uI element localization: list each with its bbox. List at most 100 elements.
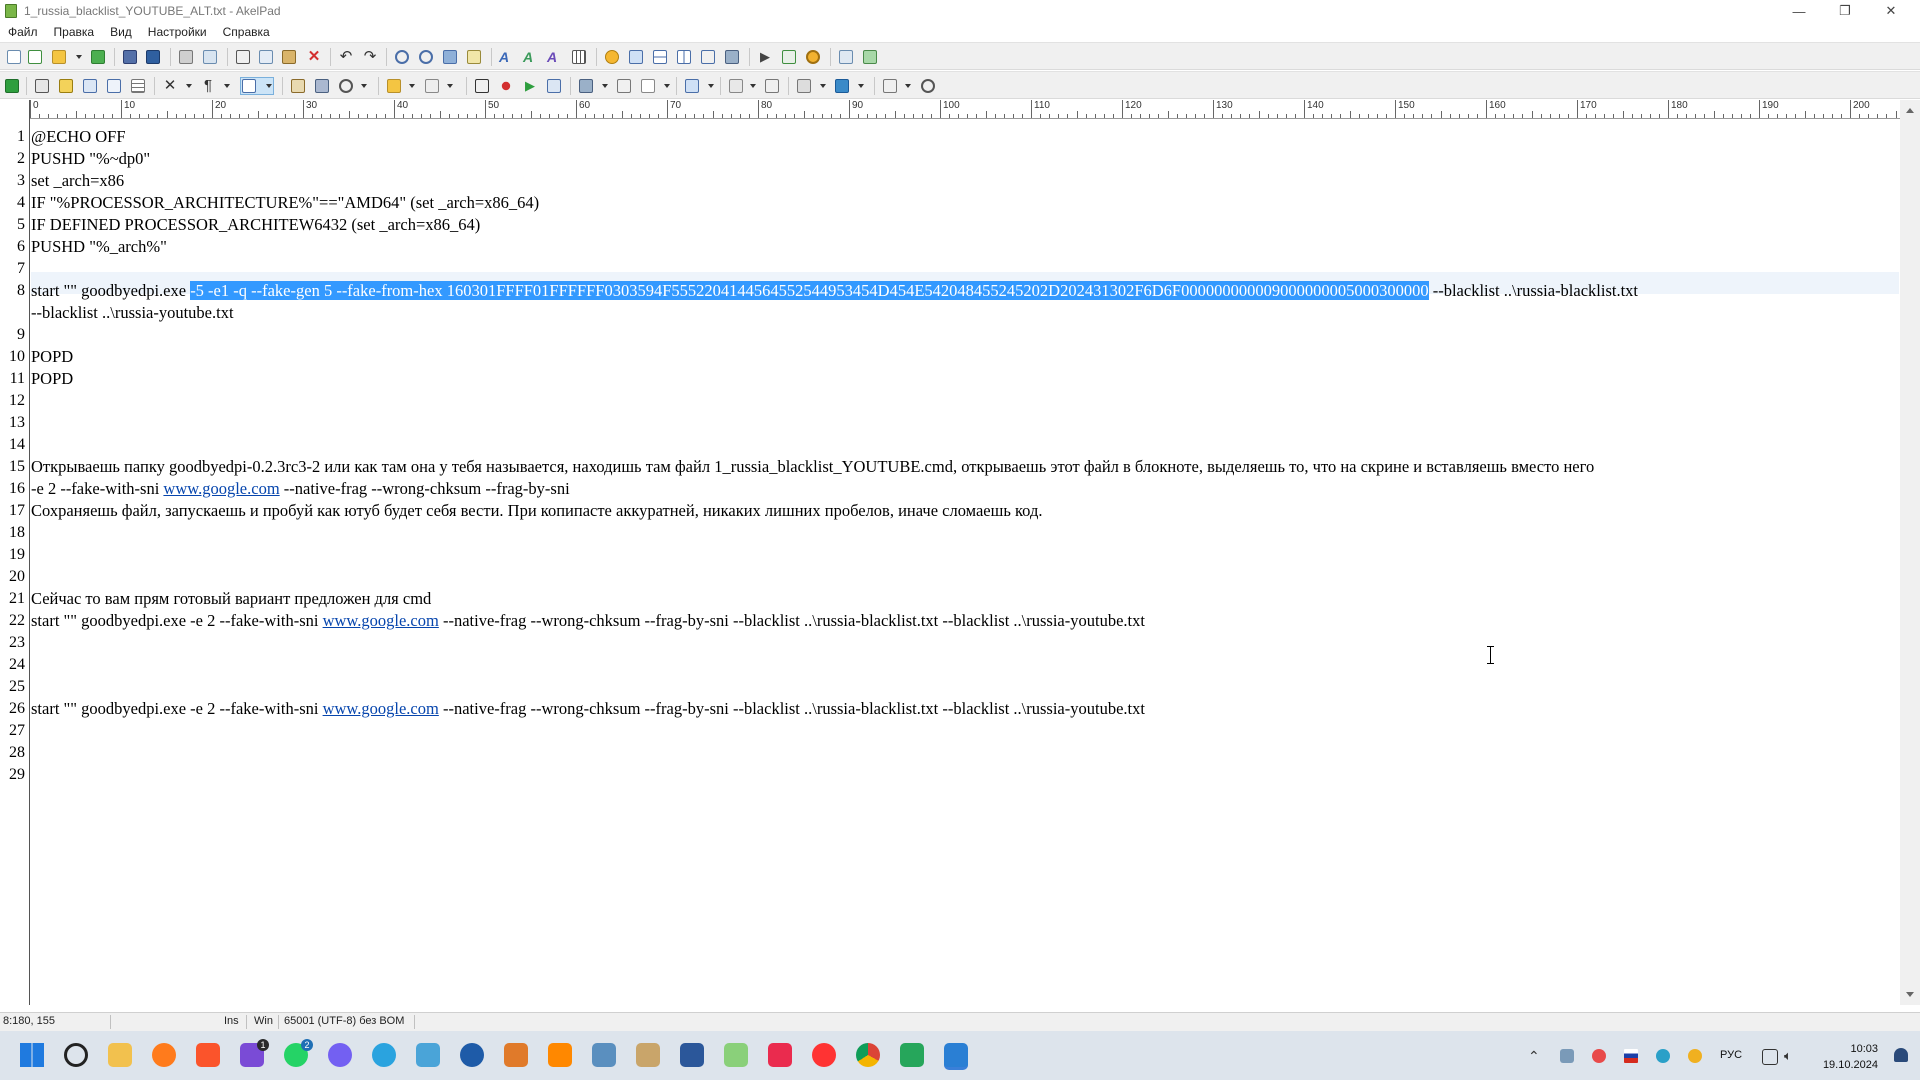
explorer-button[interactable] <box>386 78 402 94</box>
notification-bell-icon[interactable] <box>1894 1048 1908 1062</box>
word-wrap-button[interactable] <box>628 49 644 65</box>
templates-dropdown-icon[interactable] <box>447 84 453 88</box>
menu-view[interactable]: Вид <box>102 22 140 42</box>
menu-file[interactable]: Файл <box>0 22 46 42</box>
volume-icon[interactable]: 🔈︎ <box>1784 1049 1798 1063</box>
encoding-label[interactable]: 65001 (UTF-8) без BOM <box>284 1015 404 1027</box>
text-line[interactable]: IF DEFINED PROCESSOR_ARCHITEW6432 (set _… <box>31 214 480 236</box>
minimize-button[interactable]: — <box>1776 0 1822 22</box>
log-button[interactable] <box>764 78 780 94</box>
sort-lines-button[interactable] <box>684 78 700 94</box>
font-color-button[interactable]: A <box>523 49 539 65</box>
sort-lines-dropdown-icon[interactable] <box>708 84 714 88</box>
play-macro-button[interactable]: ▶ <box>757 49 773 65</box>
maximize-button[interactable]: ❐ <box>1822 0 1868 22</box>
delete-button[interactable]: ✕ <box>306 49 322 65</box>
scripts-dropdown-icon[interactable] <box>602 84 608 88</box>
cut-button[interactable] <box>235 49 251 65</box>
text-line[interactable]: start "" goodbyedpi.exe -5 -e1 -q --fake… <box>31 280 1638 302</box>
stop-macro-button[interactable] <box>474 78 490 94</box>
firefox-icon[interactable] <box>152 1043 176 1067</box>
menu-help[interactable]: Справка <box>215 22 278 42</box>
find-button[interactable] <box>394 49 410 65</box>
new-file-button[interactable] <box>6 49 22 65</box>
network-icon[interactable] <box>1762 1049 1778 1065</box>
text-editor[interactable]: @ECHO OFF PUSHD "%~dp0" set _arch=x86 IF "%… <box>31 120 1899 1005</box>
text-line[interactable]: POPD <box>31 368 73 390</box>
scripts-button[interactable] <box>578 78 594 94</box>
split-window-button[interactable] <box>652 49 668 65</box>
scroll-down-icon[interactable] <box>1906 992 1914 997</box>
clipboard-button[interactable] <box>290 78 306 94</box>
save-button[interactable] <box>122 49 138 65</box>
convert-button[interactable] <box>34 78 50 94</box>
menu-edit[interactable]: Правка <box>46 22 103 42</box>
system-clock[interactable]: 10:03 19.10.2024 <box>1823 1041 1878 1073</box>
next-window-button[interactable] <box>862 49 878 65</box>
run-button[interactable] <box>781 49 797 65</box>
highlight-button[interactable] <box>58 78 74 94</box>
run-macro-button[interactable] <box>546 78 562 94</box>
settings-tool-button[interactable] <box>724 49 740 65</box>
notes-app-icon[interactable] <box>724 1043 748 1067</box>
previous-window-button[interactable] <box>838 49 854 65</box>
sort-button[interactable] <box>106 78 122 94</box>
anydesk-icon[interactable] <box>768 1043 792 1067</box>
undo-button[interactable]: ↶ <box>338 49 354 65</box>
coder-button[interactable] <box>4 78 20 94</box>
text-line[interactable]: start "" goodbyedpi.exe -e 2 --fake-with… <box>31 610 1145 632</box>
panel-button[interactable] <box>796 78 812 94</box>
tray-vpn-icon[interactable] <box>1656 1049 1670 1063</box>
close-button[interactable]: ✕ <box>1868 0 1914 22</box>
paste-button[interactable] <box>281 49 297 65</box>
search-files-button[interactable] <box>338 78 354 94</box>
explorer-dropdown-icon[interactable] <box>409 84 415 88</box>
char-map-button[interactable] <box>571 49 587 65</box>
document-button[interactable] <box>640 78 656 94</box>
play-macro-2-button[interactable]: ▶ <box>522 78 538 94</box>
split-horizontal-button[interactable] <box>700 49 716 65</box>
brave-icon[interactable] <box>196 1043 220 1067</box>
vertical-scrollbar[interactable] <box>1900 100 1920 1005</box>
open-file-button[interactable] <box>51 49 67 65</box>
window-list-button[interactable] <box>834 78 850 94</box>
network-app-icon[interactable] <box>416 1043 440 1067</box>
goto-line-button[interactable] <box>466 49 482 65</box>
russian-flag-icon[interactable] <box>1624 1049 1638 1063</box>
viber-icon[interactable]: 1 <box>240 1039 269 1067</box>
layout-dropdown-icon[interactable] <box>266 84 272 88</box>
special-chars-button[interactable]: ✕ <box>162 78 178 94</box>
text-line[interactable]: -e 2 --fake-with-sni www.google.com --na… <box>31 478 570 500</box>
new-window-button[interactable] <box>27 49 43 65</box>
tray-weather-icon[interactable] <box>1688 1049 1702 1063</box>
plugins-button[interactable] <box>805 49 821 65</box>
text-line[interactable]: @ECHO OFF <box>31 126 126 148</box>
telegram-icon[interactable] <box>372 1043 396 1067</box>
document-dropdown-icon[interactable] <box>664 84 670 88</box>
paragraph-dropdown-icon[interactable] <box>224 84 230 88</box>
insert-mode[interactable]: Ins <box>224 1015 239 1027</box>
redo-button[interactable]: ↷ <box>362 49 378 65</box>
about-button[interactable] <box>920 78 936 94</box>
templates-button[interactable] <box>424 78 440 94</box>
pin-button[interactable] <box>604 49 620 65</box>
print-button[interactable] <box>178 49 194 65</box>
reopen-button[interactable] <box>90 49 106 65</box>
search-icon[interactable] <box>64 1043 88 1067</box>
font-button[interactable]: A <box>499 49 515 65</box>
text-line[interactable]: PUSHD "%_arch%" <box>31 236 167 258</box>
save-all-button[interactable] <box>145 49 161 65</box>
show-paragraph-button[interactable]: ¶ <box>200 78 216 94</box>
yandex-browser-icon[interactable] <box>812 1043 836 1067</box>
split-vertical-button[interactable] <box>676 49 692 65</box>
url-link[interactable]: www.google.com <box>323 699 439 718</box>
text-line[interactable]: Сейчас то вам прям готовый вариант предл… <box>31 588 431 610</box>
find-next-button[interactable] <box>418 49 434 65</box>
text-line[interactable]: POPD <box>31 346 73 368</box>
media-app-icon[interactable] <box>504 1043 528 1067</box>
messenger-icon[interactable] <box>328 1043 352 1067</box>
winamp-icon[interactable] <box>460 1043 484 1067</box>
menu-settings[interactable]: Настройки <box>140 22 215 42</box>
tray-expand-icon[interactable]: ⌃ <box>1528 1049 1542 1063</box>
help-dropdown-icon[interactable] <box>905 84 911 88</box>
